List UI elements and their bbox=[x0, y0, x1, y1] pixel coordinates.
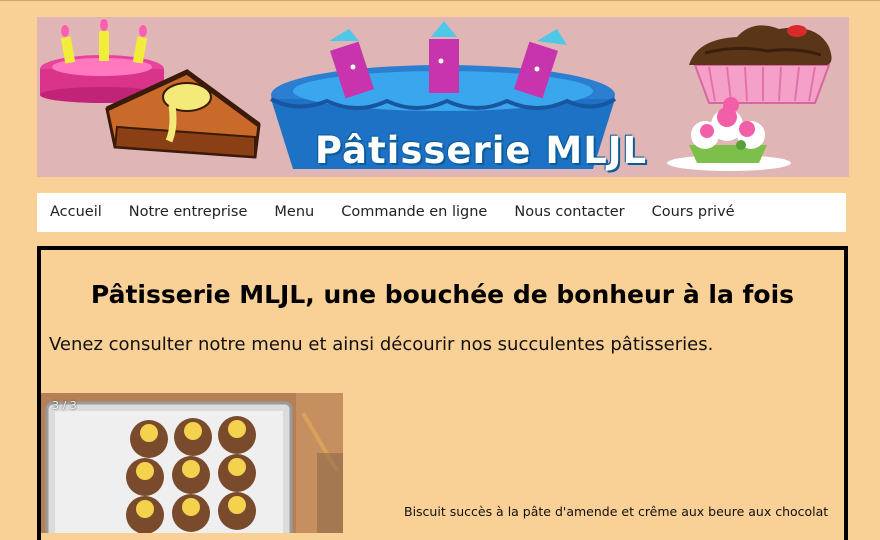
nav-item-cours-prive[interactable]: Cours privé bbox=[638, 193, 748, 232]
intro-text: Venez consulter notre menu et ainsi déco… bbox=[49, 334, 714, 355]
main-content: Pâtisserie MLJL, une bouchée de bonheur … bbox=[37, 246, 848, 540]
flower-cupcake-illustration bbox=[667, 97, 791, 171]
page-title: Pâtisserie MLJL, une bouchée de bonheur … bbox=[90, 280, 795, 309]
main-nav: Accueil Notre entreprise Menu Commande e… bbox=[37, 193, 846, 232]
slideshow-image[interactable]: 3 / 3 bbox=[41, 393, 343, 533]
nav-item-menu[interactable]: Menu bbox=[261, 193, 328, 232]
page-top-line bbox=[0, 0, 880, 1]
banner-title: Pâtisserie MLJL bbox=[314, 129, 648, 172]
cupcake-illustration bbox=[689, 25, 832, 104]
nav-item-accueil[interactable]: Accueil bbox=[37, 193, 115, 232]
header-banner: Pâtisserie MLJL bbox=[37, 17, 849, 177]
nav-item-commande-en-ligne[interactable]: Commande en ligne bbox=[328, 193, 501, 232]
slide-caption: Biscuit succès à la pâte d'amende et crê… bbox=[404, 504, 829, 519]
nav-item-notre-entreprise[interactable]: Notre entreprise bbox=[115, 193, 261, 232]
nav-item-nous-contacter[interactable]: Nous contacter bbox=[501, 193, 638, 232]
slide-counter: 3 / 3 bbox=[52, 399, 77, 412]
pastry-tray-photo bbox=[41, 393, 343, 533]
